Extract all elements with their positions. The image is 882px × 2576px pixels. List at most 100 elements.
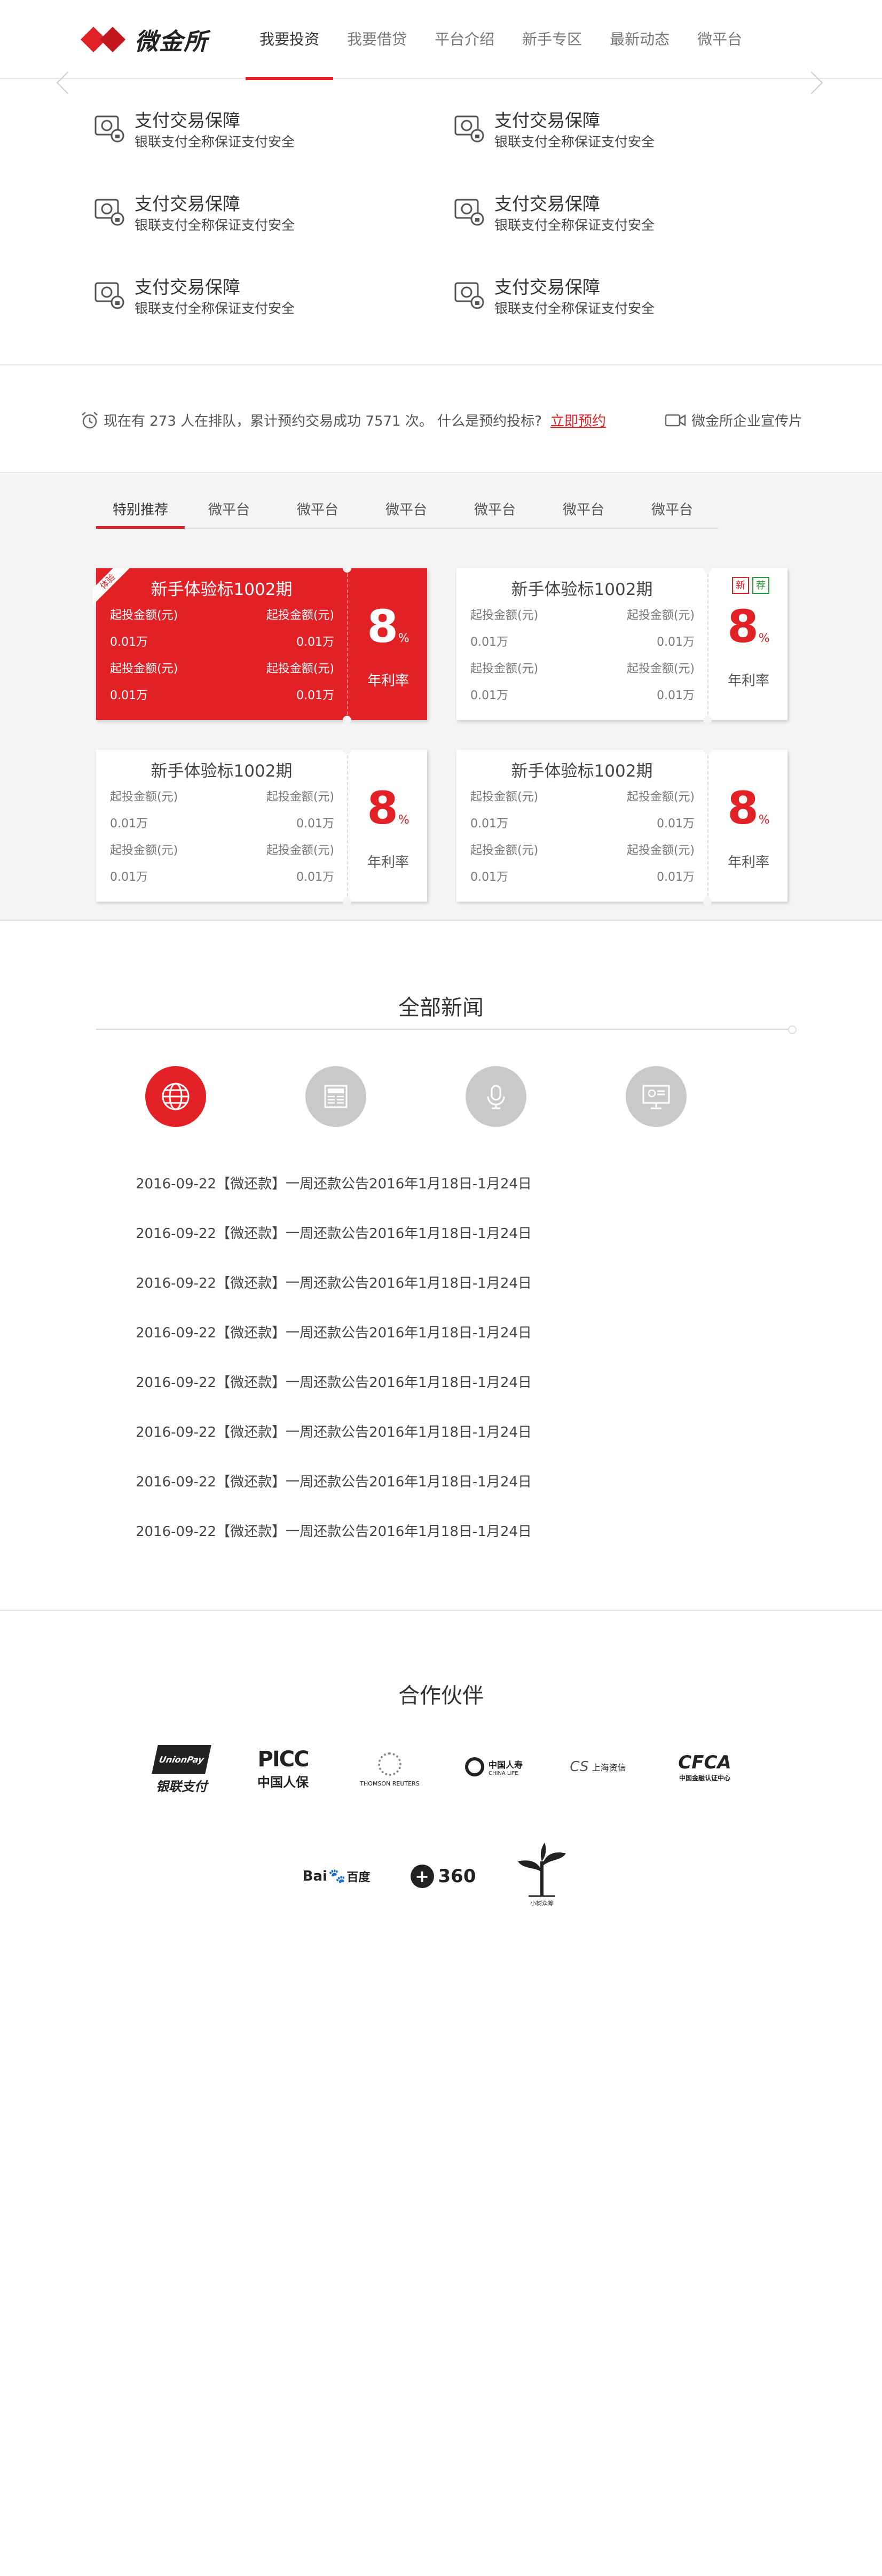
safe-pay-icon bbox=[454, 199, 484, 226]
annual-rate: 8% bbox=[727, 782, 770, 834]
safe-pay-icon bbox=[454, 282, 484, 309]
tab-platform[interactable]: 微平台 bbox=[362, 491, 451, 528]
recommend-badge: 荐 bbox=[752, 577, 769, 594]
card-main: 体验 新手体验标1002期 起投金额(元) 起投金额(元) 0.01万 0.01万 … bbox=[93, 568, 347, 720]
360-logo[interactable]: + 360 bbox=[403, 1859, 483, 1894]
card-row: 起投金额(元) 起投金额(元) bbox=[110, 790, 334, 804]
product-card[interactable]: 新手体验标1002期 起投金额(元) 起投金额(元) 0.01万 0.01万 起投金… bbox=[456, 564, 788, 724]
nav-wechat[interactable]: 微平台 bbox=[683, 0, 756, 79]
product-card[interactable]: 新手体验标1002期 起投金额(元) 起投金额(元) 0.01万 0.01万 起投金… bbox=[456, 746, 788, 906]
card-title: 新手体验标1002期 bbox=[511, 762, 653, 781]
card-row: 起投金额(元) 起投金额(元) bbox=[470, 844, 695, 857]
news-category-all[interactable] bbox=[145, 1066, 206, 1127]
promo-video-link[interactable]: 微金所企业宣传片 bbox=[665, 410, 802, 430]
tab-platform[interactable]: 微平台 bbox=[273, 491, 362, 528]
tab-platform[interactable]: 微平台 bbox=[451, 491, 539, 528]
reservation-notice: 现在有 273 人在排队，累计预约交易成功 7571 次。 什么是预约投标? 立… bbox=[0, 366, 882, 473]
annual-rate-label: 年利率 bbox=[367, 855, 409, 871]
news-category-announcement[interactable] bbox=[626, 1066, 687, 1127]
news-item[interactable]: 2016-09-22【微还款】一周还款公告2016年1月18日-1月24日 bbox=[136, 1372, 532, 1391]
card-notch bbox=[703, 564, 712, 573]
card-row: 0.01万 0.01万 bbox=[470, 871, 695, 884]
cfca-logo[interactable]: CFCA 中国金融认证中心 bbox=[662, 1748, 747, 1786]
news-item[interactable]: 2016-09-22【微还款】一周还款公告2016年1月18日-1月24日 bbox=[136, 1521, 532, 1540]
news-category-newspaper[interactable] bbox=[305, 1066, 366, 1127]
guarantee-title: 支付交易保障 bbox=[135, 110, 240, 131]
reserve-now-link[interactable]: 立即预约 bbox=[550, 410, 606, 430]
main-nav: 我要投资 我要借贷 平台介绍 新手专区 最新动态 微平台 bbox=[246, 0, 756, 80]
card-row: 0.01万 0.01万 bbox=[110, 871, 334, 884]
news-item[interactable]: 2016-09-22【微还款】一周还款公告2016年1月18日-1月24日 bbox=[136, 1421, 532, 1441]
guarantee-sub: 银联支付全称保证支付安全 bbox=[494, 134, 655, 150]
nav-borrow[interactable]: 我要借贷 bbox=[333, 0, 421, 79]
nav-newbie[interactable]: 新手专区 bbox=[508, 0, 596, 79]
card-rate-panel: 新 荐 8% 年利率 bbox=[707, 568, 788, 720]
product-card[interactable]: 新手体验标1002期 起投金额(元) 起投金额(元) 0.01万 0.01万 起投金… bbox=[96, 746, 427, 906]
card-main: 新手体验标1002期 起投金额(元) 起投金额(元) 0.01万 0.01万 起投金… bbox=[456, 750, 707, 902]
china-life-logo[interactable]: 中国人寿 CHINA LIFE bbox=[454, 1751, 534, 1783]
news-item[interactable]: 2016-09-22【微还款】一周还款公告2016年1月18日-1月24日 bbox=[136, 1272, 532, 1292]
tab-platform[interactable]: 微平台 bbox=[628, 491, 716, 528]
annual-rate: 8% bbox=[727, 600, 770, 653]
queue-text: 现在有 273 人在排队，累计预约交易成功 7571 次。 什么是预约投标? bbox=[104, 413, 542, 429]
promo-video-label: 微金所企业宣传片 bbox=[691, 413, 803, 429]
tab-recommended[interactable]: 特别推荐 bbox=[96, 491, 185, 529]
card-main: 新手体验标1002期 起投金额(元) 起投金额(元) 0.01万 0.01万 起投金… bbox=[96, 750, 347, 902]
guarantee-title: 支付交易保障 bbox=[494, 193, 600, 214]
product-tabs: 特别推荐 微平台 微平台 微平台 微平台 微平台 微平台 bbox=[96, 491, 718, 529]
products-section: 特别推荐 微平台 微平台 微平台 微平台 微平台 微平台 体验 新手体验标100… bbox=[0, 474, 882, 921]
card-notch bbox=[703, 746, 712, 754]
card-badges: 新 荐 bbox=[729, 577, 769, 594]
news-item[interactable]: 2016-09-22【微还款】一周还款公告2016年1月18日-1月24日 bbox=[136, 1223, 532, 1242]
guarantee-item: 支付交易保障 银联支付全称保证支付安全 bbox=[94, 109, 372, 162]
nav-invest[interactable]: 我要投资 bbox=[246, 0, 334, 80]
card-title: 新手体验标1002期 bbox=[151, 580, 293, 599]
guarantee-title: 支付交易保障 bbox=[494, 277, 600, 297]
news-item[interactable]: 2016-09-22【微还款】一周还款公告2016年1月18日-1月24日 bbox=[136, 1322, 532, 1342]
unionpay-logo[interactable]: UnionPay 银联支付 bbox=[144, 1743, 219, 1796]
card-row: 起投金额(元) 起投金额(元) bbox=[110, 844, 334, 857]
tab-platform[interactable]: 微平台 bbox=[185, 491, 273, 528]
news-item[interactable]: 2016-09-22【微还款】一周还款公告2016年1月18日-1月24日 bbox=[136, 1173, 532, 1193]
safe-pay-icon bbox=[94, 282, 124, 309]
picc-logo[interactable]: PICC 中国人保 bbox=[246, 1744, 320, 1792]
thomson-reuters-logo[interactable]: THOMSON REUTERS bbox=[350, 1745, 430, 1794]
annual-rate-label: 年利率 bbox=[367, 673, 409, 689]
guarantee-section: 支付交易保障 银联支付全称保证支付安全 支付交易保障 银联支付全称保证支付安全 支付… bbox=[0, 80, 882, 365]
partners-title: 合作伙伴 bbox=[398, 1684, 484, 1708]
card-row: 起投金额(元) 起投金额(元) bbox=[110, 662, 334, 676]
microphone-icon bbox=[487, 1085, 505, 1109]
card-row: 0.01万 0.01万 bbox=[470, 817, 695, 831]
card-rate-panel: 8% 年利率 bbox=[347, 750, 427, 902]
card-main: 新手体验标1002期 起投金额(元) 起投金额(元) 0.01万 0.01万 起投金… bbox=[456, 568, 707, 720]
product-card[interactable]: 体验 新手体验标1002期 起投金额(元) 起投金额(元) 0.01万 0.01万 … bbox=[93, 564, 427, 724]
nav-about[interactable]: 平台介绍 bbox=[421, 0, 508, 79]
card-notch bbox=[703, 897, 712, 906]
news-category-media[interactable] bbox=[466, 1066, 526, 1127]
nav-news[interactable]: 最新动态 bbox=[596, 0, 683, 79]
card-row: 0.01万 0.01万 bbox=[470, 689, 695, 702]
site-header: 微金所 我要投资 我要借贷 平台介绍 新手专区 最新动态 微平台 bbox=[0, 0, 882, 80]
annual-rate: 8% bbox=[367, 782, 410, 834]
card-rate-panel: 8% 年利率 bbox=[707, 750, 788, 902]
guarantee-title: 支付交易保障 bbox=[494, 110, 600, 131]
news-title: 全部新闻 bbox=[398, 996, 484, 1020]
sapling-crowdfunding-logo[interactable]: 小树众筹 bbox=[507, 1836, 577, 1911]
news-item[interactable]: 2016-09-22【微还款】一周还款公告2016年1月18日-1月24日 bbox=[136, 1471, 532, 1491]
guarantee-item: 支付交易保障银联支付全称保证支付安全 bbox=[454, 109, 731, 162]
partners-section: 合作伙伴 UnionPay 银联支付 PICC 中国人保 THOMSON REU… bbox=[0, 1612, 882, 1986]
tab-platform[interactable]: 微平台 bbox=[539, 491, 628, 528]
card-notch bbox=[343, 897, 351, 906]
card-notch bbox=[343, 746, 351, 754]
logo[interactable]: 微金所 bbox=[80, 24, 208, 56]
card-row: 0.01万 0.01万 bbox=[110, 817, 334, 831]
guarantee-sub: 银联支付全称保证支付安全 bbox=[494, 301, 655, 316]
card-title: 新手体验标1002期 bbox=[511, 580, 653, 599]
shanghai-credit-logo[interactable]: CS 上海资信 bbox=[555, 1751, 641, 1783]
queue-info: 现在有 273 人在排队，累计预约交易成功 7571 次。 什么是预约投标? 立… bbox=[80, 410, 606, 430]
news-section: 全部新闻 2016-09-22【微还款】一周还款公告2016年1月18日-1月2… bbox=[0, 922, 882, 1611]
guarantee-sub: 银联支付全称保证支付安全 bbox=[135, 217, 295, 233]
guarantee-title: 支付交易保障 bbox=[135, 277, 240, 297]
baidu-logo[interactable]: Bai 🐾 百度 bbox=[296, 1858, 376, 1895]
safe-pay-icon bbox=[94, 199, 124, 226]
